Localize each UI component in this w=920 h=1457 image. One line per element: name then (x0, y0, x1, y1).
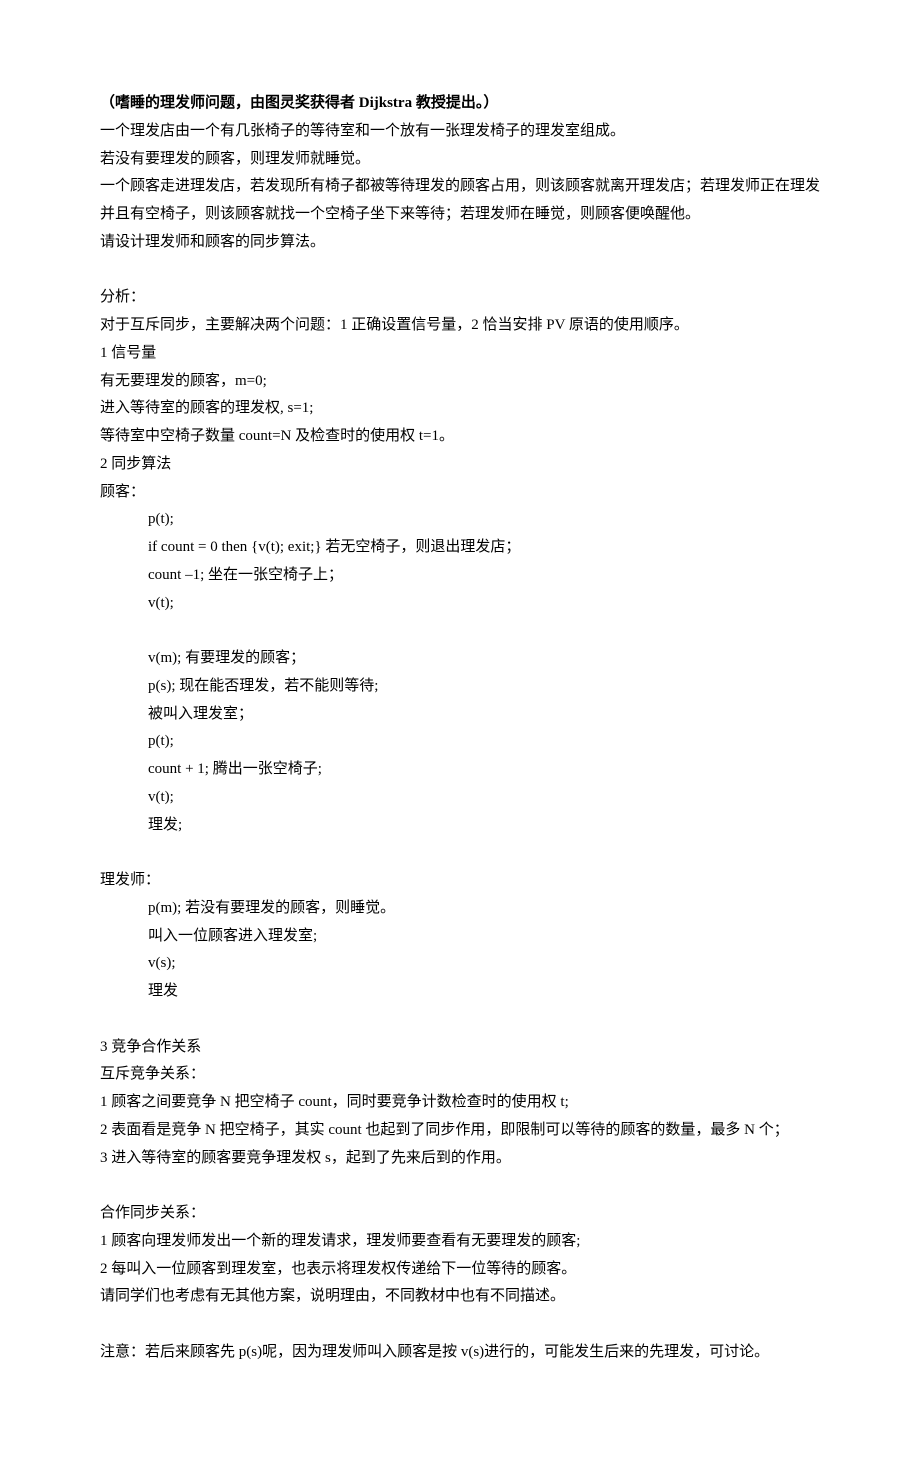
compete-line: 1 顾客之间要竞争 N 把空椅子 count，同时要竞争计数检查时的使用权 t; (100, 1089, 820, 1117)
intro-line: 请设计理发师和顾客的同步算法。 (100, 229, 820, 257)
coop-line: 1 顾客向理发师发出一个新的理发请求，理发师要查看有无要理发的顾客; (100, 1228, 820, 1256)
signal-line: 有无要理发的顾客，m=0; (100, 368, 820, 396)
code-line: p(t); (100, 506, 820, 534)
code-line: v(t); (100, 590, 820, 618)
customer-heading: 顾客： (100, 479, 820, 507)
code-line: p(t); (100, 728, 820, 756)
signal-line: 进入等待室的顾客的理发权, s=1; (100, 395, 820, 423)
coop-line: 请同学们也考虑有无其他方案，说明理由，不同教材中也有不同描述。 (100, 1283, 820, 1311)
analysis-text: 对于互斥同步，主要解决两个问题：1 正确设置信号量，2 恰当安排 PV 原语的使… (100, 312, 820, 340)
section1-heading: 1 信号量 (100, 340, 820, 368)
intro-line: 若没有要理发的顾客，则理发师就睡觉。 (100, 146, 820, 174)
signal-line: 等待室中空椅子数量 count=N 及检查时的使用权 t=1。 (100, 423, 820, 451)
compete-line: 2 表面看是竞争 N 把空椅子，其实 count 也起到了同步作用，即限制可以等… (100, 1117, 820, 1145)
note-text: 注意：若后来顾客先 p(s)呢，因为理发师叫入顾客是按 v(s)进行的，可能发生… (100, 1339, 820, 1367)
code-line: 理发 (100, 978, 820, 1006)
code-line: 被叫入理发室； (100, 701, 820, 729)
coop-heading: 合作同步关系： (100, 1200, 820, 1228)
section3-heading: 3 竞争合作关系 (100, 1034, 820, 1062)
code-line: count –1; 坐在一张空椅子上； (100, 562, 820, 590)
compete-line: 3 进入等待室的顾客要竞争理发权 s，起到了先来后到的作用。 (100, 1145, 820, 1173)
intro-line: 一个顾客走进理发店，若发现所有椅子都被等待理发的顾客占用，则该顾客就离开理发店；… (100, 173, 820, 229)
code-line: v(s); (100, 950, 820, 978)
code-line: v(m); 有要理发的顾客； (100, 645, 820, 673)
code-line: 理发; (100, 812, 820, 840)
coop-line: 2 每叫入一位顾客到理发室，也表示将理发权传递给下一位等待的顾客。 (100, 1256, 820, 1284)
code-line: p(m); 若没有要理发的顾客，则睡觉。 (100, 895, 820, 923)
code-line: v(t); (100, 784, 820, 812)
intro-line: 一个理发店由一个有几张椅子的等待室和一个放有一张理发椅子的理发室组成。 (100, 118, 820, 146)
title: （嗜睡的理发师问题，由图灵奖获得者 Dijkstra 教授提出。） (100, 90, 820, 118)
code-line: p(s); 现在能否理发，若不能则等待; (100, 673, 820, 701)
section2-heading: 2 同步算法 (100, 451, 820, 479)
code-line: count + 1; 腾出一张空椅子; (100, 756, 820, 784)
compete-heading: 互斥竞争关系： (100, 1061, 820, 1089)
code-line: if count = 0 then {v(t); exit;} 若无空椅子，则退… (100, 534, 820, 562)
barber-heading: 理发师： (100, 867, 820, 895)
code-line: 叫入一位顾客进入理发室; (100, 923, 820, 951)
analysis-heading: 分析： (100, 284, 820, 312)
